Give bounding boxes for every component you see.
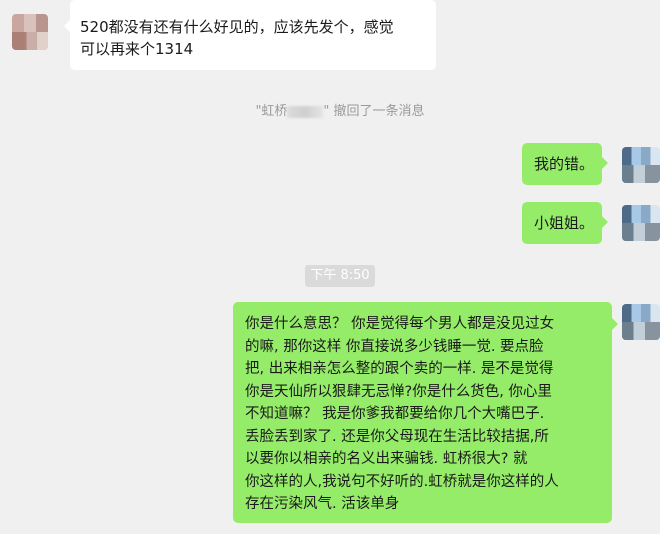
my-avatar[interactable] [622, 205, 660, 241]
recall-prefix: "虹桥 [255, 104, 288, 119]
message-line: 存在污染风气. 活该单身 [245, 496, 400, 512]
message-line: 不知道嘛？ 我是你爹我都要给你几个大嘴巴子. [245, 406, 545, 422]
outgoing-message-bubble[interactable]: 我的错。 [522, 143, 608, 185]
outgoing-message-bubble[interactable]: 小姐姐。 [522, 202, 608, 244]
my-avatar[interactable] [622, 304, 660, 340]
chat-area: 520都没有还有什么好见的，应该先发个，感觉 可以再来个1314 "虹桥 " 撤回… [0, 0, 660, 534]
contact-avatar[interactable] [12, 14, 48, 50]
message-line: 你是什么意思？ 你是觉得每个男人都是没见过女 [245, 316, 555, 332]
incoming-message-bubble[interactable]: 520都没有还有什么好见的，应该先发个，感觉 可以再来个1314 [64, 0, 436, 70]
timestamp-badge: 下午 8:50 [305, 265, 375, 287]
message-line: 以要你以相亲的名义出来骗钱. 虹桥很大? 就 [245, 451, 528, 467]
blurred-name [287, 105, 324, 118]
message-line: 的嘛, 那你这样 你直接说多少钱睡一觉. 要点脸 [245, 338, 544, 355]
message-line: 你是天仙所以狠肆无忌惮?你是什么货色, 你心里 [245, 383, 552, 400]
outgoing-message-bubble[interactable]: 你是什么意思？ 你是觉得每个男人都是没见过女 的嘛, 那你这样 你直接说多少钱睡… [233, 302, 618, 523]
message-line: 可以再来个1314 [80, 40, 194, 58]
message-text: 我的错。 [534, 155, 595, 173]
message-line: 你这样的人,我说句不好听的.虹桥就是你这样的人 [245, 473, 559, 490]
message-line: 520都没有还有什么好见的，应该先发个，感觉 [80, 18, 394, 36]
recall-suffix: " 撤回了一条消息 [323, 104, 425, 119]
message-line: 把, 出来相亲怎么整的跟个卖的一样. 是不是觉得 [245, 361, 554, 377]
message-line: 丢脸丢到家了. 还是你父母现在生活比较拮据,所 [245, 428, 549, 445]
message-text: 小姐姐。 [534, 214, 595, 232]
recall-notice: "虹桥 " 撤回了一条消息 [0, 100, 660, 119]
my-avatar[interactable] [622, 147, 660, 183]
